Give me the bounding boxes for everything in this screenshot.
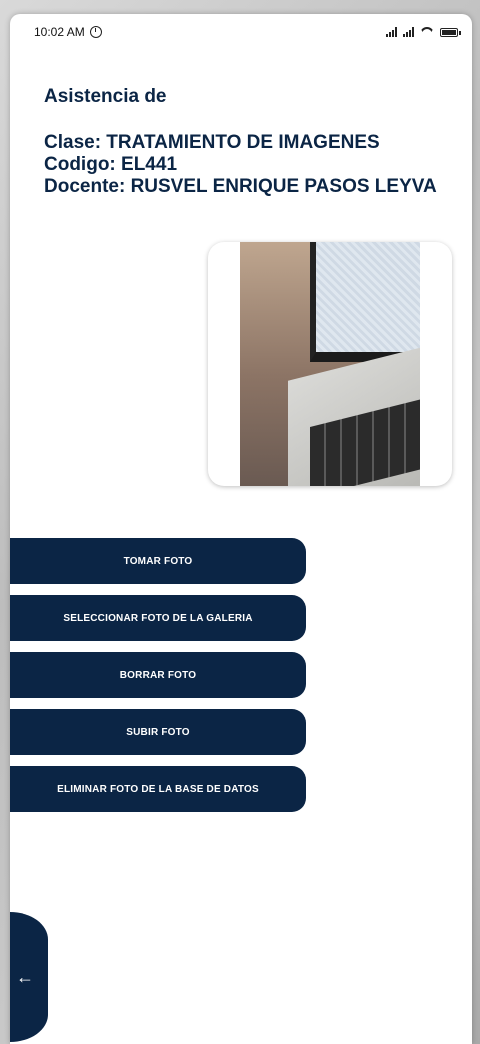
- app-screen: 10:02 AM Asistencia de Clase: TRATAMIENT…: [10, 14, 472, 1044]
- status-right: [386, 27, 461, 37]
- signal-icon: [403, 27, 414, 37]
- action-buttons: TOMAR FOTO SELECCIONAR FOTO DE LA GALERI…: [10, 538, 306, 823]
- wifi-icon: [420, 27, 434, 37]
- status-bar: 10:02 AM: [10, 14, 472, 50]
- delete-from-database-button[interactable]: ELIMINAR FOTO DE LA BASE DE DATOS: [10, 766, 306, 812]
- delete-photo-button[interactable]: BORRAR FOTO: [10, 652, 306, 698]
- signal-icon: [386, 27, 397, 37]
- photo-preview: [240, 242, 420, 486]
- photo-laptop-screen: [310, 242, 420, 362]
- battery-icon: [440, 27, 461, 37]
- take-photo-button[interactable]: TOMAR FOTO: [10, 538, 306, 584]
- page-title: Asistencia de: [44, 86, 167, 107]
- class-code: Codigo: EL441: [44, 154, 178, 175]
- status-left: 10:02 AM: [34, 25, 102, 39]
- class-info: Clase: TRATAMIENTO DE IMAGENES Codigo: E…: [44, 132, 437, 198]
- alarm-icon: [89, 26, 102, 38]
- teacher-name: Docente: RUSVEL ENRIQUE PASOS LEYVA: [44, 176, 437, 197]
- photo-preview-card: [208, 242, 452, 486]
- class-name: Clase: TRATAMIENTO DE IMAGENES: [44, 132, 380, 153]
- back-button[interactable]: ←: [10, 912, 48, 1042]
- status-time: 10:02 AM: [34, 25, 85, 39]
- arrow-left-icon: ←: [16, 966, 34, 987]
- upload-photo-button[interactable]: SUBIR FOTO: [10, 709, 306, 755]
- select-from-gallery-button[interactable]: SELECCIONAR FOTO DE LA GALERIA: [10, 595, 306, 641]
